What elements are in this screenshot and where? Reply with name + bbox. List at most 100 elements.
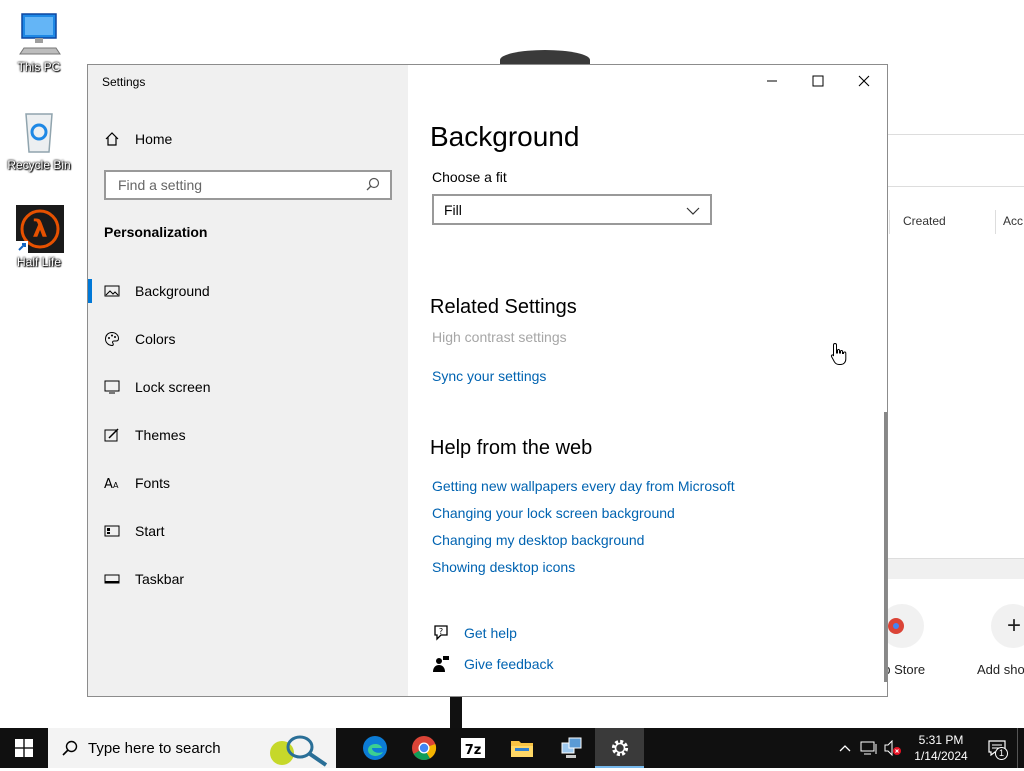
tennis-racket-icon xyxy=(266,729,330,771)
home-icon xyxy=(104,131,120,147)
home-label: Home xyxy=(135,131,173,147)
edge-icon xyxy=(362,736,387,760)
volume-tray-button[interactable] xyxy=(881,728,905,768)
chevron-up-icon xyxy=(839,745,851,752)
help-link-wallpapers[interactable]: Getting new wallpapers every day from Mi… xyxy=(432,478,735,494)
show-desktop-button[interactable] xyxy=(1017,728,1024,768)
content-scrollbar[interactable] xyxy=(884,412,887,682)
svg-text:A: A xyxy=(104,477,113,491)
minimize-button[interactable] xyxy=(749,65,795,97)
maximize-button[interactable] xyxy=(795,65,841,97)
help-link-desktop-background[interactable]: Changing my desktop background xyxy=(432,532,644,548)
home-nav-item[interactable]: Home xyxy=(104,129,172,149)
nav-item-fonts[interactable]: AA Fonts xyxy=(88,459,408,507)
system-tray: 5:31 PM 1/14/2024 1 xyxy=(833,728,1024,768)
fonts-icon: AA xyxy=(104,475,120,491)
svg-text:λ: λ xyxy=(32,215,47,243)
network-icon xyxy=(860,741,877,755)
network-app-icon xyxy=(561,737,581,758)
taskbar-7zip[interactable]: 7z xyxy=(448,728,497,768)
browser-new-tab-area: eb Store + Add sho xyxy=(876,604,1024,728)
nav-item-background[interactable]: Background xyxy=(88,267,408,315)
choose-fit-label: Choose a fit xyxy=(432,169,507,185)
chevron-down-icon xyxy=(686,202,700,218)
picture-icon xyxy=(104,283,120,299)
get-help-link[interactable]: ? Get help xyxy=(432,624,517,642)
svg-text:7z: 7z xyxy=(464,743,481,758)
7zip-icon: 7z xyxy=(460,738,485,758)
desktop-icon-half-life[interactable]: λ Half Life xyxy=(1,205,77,269)
show-hidden-icons-button[interactable] xyxy=(833,728,857,768)
window-title: Settings xyxy=(102,75,146,89)
clock-date: 1/14/2024 xyxy=(914,749,968,763)
clock[interactable]: 5:31 PM 1/14/2024 xyxy=(905,732,977,764)
background-window[interactable]: Created Acc xyxy=(886,84,1024,604)
lock-screen-icon xyxy=(104,379,120,395)
nav-item-lock-screen[interactable]: Lock screen xyxy=(88,363,408,411)
settings-window: Settings Home Personalization Background xyxy=(87,64,888,697)
volume-muted-icon xyxy=(884,740,901,756)
help-link-lock-screen[interactable]: Changing your lock screen background xyxy=(432,505,675,521)
search-icon xyxy=(366,177,380,194)
nav-label: Taskbar xyxy=(135,571,185,587)
taskbar-search-box[interactable]: Type here to search xyxy=(48,728,336,768)
help-from-web-title: Help from the web xyxy=(430,437,593,459)
minimize-icon xyxy=(767,80,777,82)
start-button[interactable] xyxy=(0,728,48,768)
taskbar-edge[interactable] xyxy=(350,728,399,768)
nav-item-themes[interactable]: Themes xyxy=(88,411,408,459)
search-icon xyxy=(62,740,78,756)
hand-cursor-icon xyxy=(830,342,848,371)
tile-label: Add sho xyxy=(977,662,1024,677)
get-help-label: Get help xyxy=(464,625,517,641)
nav-item-taskbar[interactable]: Taskbar xyxy=(88,555,408,603)
desktop-icon-recycle-bin[interactable]: Recycle Bin xyxy=(1,108,77,172)
half-life-icon: λ xyxy=(16,205,64,253)
action-center-button[interactable]: 1 xyxy=(977,728,1017,768)
find-setting-search[interactable] xyxy=(104,170,392,200)
taskbar-network-app[interactable] xyxy=(546,728,595,768)
file-explorer-icon xyxy=(510,741,533,757)
settings-sidebar: Settings Home Personalization Background xyxy=(88,65,408,696)
search-input[interactable] xyxy=(116,176,350,194)
svg-text:A: A xyxy=(113,481,119,490)
page-title: Background xyxy=(430,121,580,152)
nav-label: Start xyxy=(135,523,165,539)
start-icon xyxy=(104,523,120,539)
desktop-icon-label: Half Life xyxy=(16,255,62,269)
palette-icon xyxy=(104,331,120,347)
close-button[interactable] xyxy=(841,65,887,97)
personalization-nav: Background Colors Lock screen Themes A A… xyxy=(88,267,408,603)
taskbar-settings[interactable] xyxy=(595,728,644,768)
desktop-icon-this-pc[interactable]: This PC xyxy=(1,10,77,74)
related-settings-title: Related Settings xyxy=(430,296,577,318)
sync-settings-link[interactable]: Sync your settings xyxy=(432,368,546,384)
svg-text:?: ? xyxy=(439,627,443,636)
network-tray-button[interactable] xyxy=(857,728,881,768)
computer-icon xyxy=(16,10,62,56)
maximize-icon xyxy=(812,75,824,87)
search-placeholder: Type here to search xyxy=(88,739,221,757)
divider xyxy=(887,186,1024,187)
taskbar-chrome[interactable] xyxy=(399,728,448,768)
desktop-icon-label: This PC xyxy=(17,60,61,74)
nav-label: Fonts xyxy=(135,475,171,491)
column-header-created[interactable]: Created xyxy=(903,214,946,228)
recycle-bin-icon xyxy=(16,108,62,154)
nav-item-colors[interactable]: Colors xyxy=(88,315,408,363)
section-title: Personalization xyxy=(104,224,208,240)
taskbar-icon xyxy=(104,571,120,587)
nav-item-start[interactable]: Start xyxy=(88,507,408,555)
give-feedback-label: Give feedback xyxy=(464,656,554,672)
column-header-access[interactable]: Acc xyxy=(1003,214,1023,228)
column-separator xyxy=(889,210,890,234)
add-shortcut-tile[interactable]: + xyxy=(991,604,1024,648)
give-feedback-link[interactable]: Give feedback xyxy=(432,655,554,673)
notification-count-badge: 1 xyxy=(995,747,1008,760)
choose-fit-dropdown[interactable]: Fill xyxy=(432,194,712,225)
nav-label: Background xyxy=(135,283,210,299)
settings-content: Background Choose a fit Fill Related Set… xyxy=(408,65,887,696)
help-link-desktop-icons[interactable]: Showing desktop icons xyxy=(432,559,575,575)
taskbar-file-explorer[interactable] xyxy=(497,728,546,768)
feedback-icon xyxy=(432,655,450,673)
